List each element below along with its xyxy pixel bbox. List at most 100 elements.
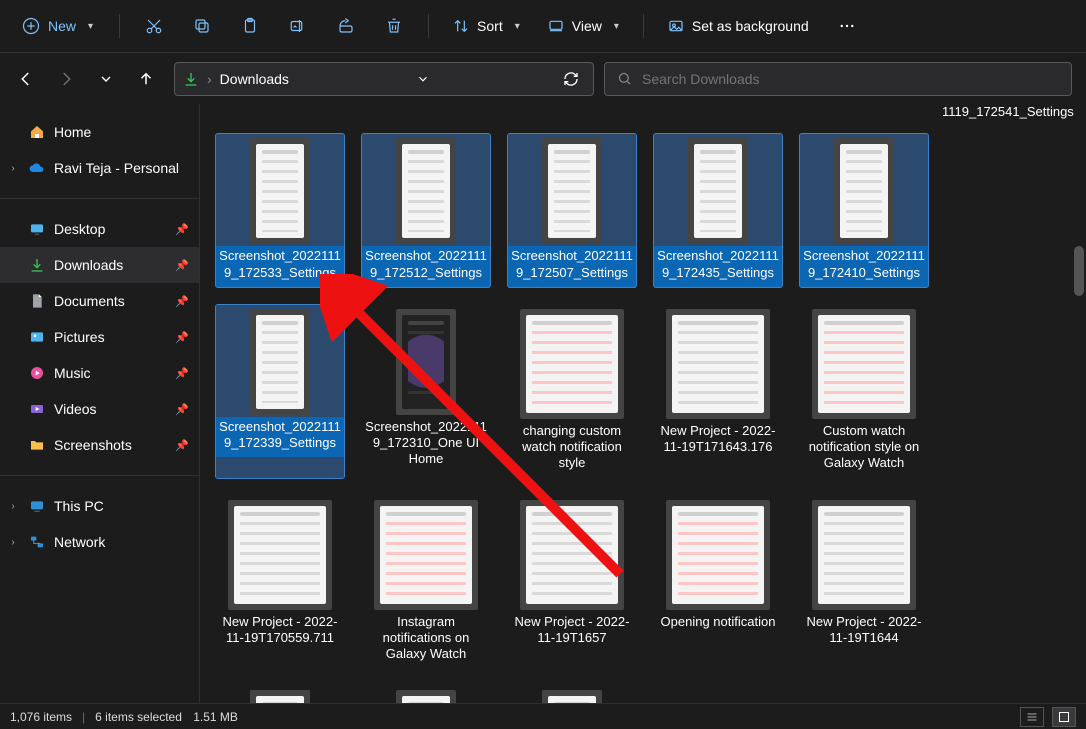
sidebar-item-label: Desktop <box>54 221 167 237</box>
separator <box>0 475 199 476</box>
back-button[interactable] <box>8 61 44 97</box>
scrollbar-thumb[interactable] <box>1074 246 1084 296</box>
nav-row: › Downloads <box>0 52 1086 104</box>
file-item[interactable]: New Project - 2022-11-19T171643.176 <box>654 305 782 478</box>
view-button[interactable]: View ▾ <box>538 6 629 46</box>
more-button[interactable] <box>827 6 867 46</box>
sidebar-item-network[interactable]: › Network <box>0 524 199 560</box>
sidebar-item-desktop[interactable]: Desktop📌 <box>0 211 199 247</box>
file-item[interactable]: Instagram notifications on Galaxy Watch <box>362 496 490 669</box>
copy-button[interactable] <box>182 6 222 46</box>
separator <box>428 14 429 38</box>
toolbar: New ▾ Sort ▾ View ▾ Set as ba <box>0 0 1086 52</box>
status-item-count: 1,076 items <box>10 710 72 724</box>
sidebar-item-label: Pictures <box>54 329 167 345</box>
file-item[interactable]: Screenshot_20221119_172533_Settings <box>216 134 344 287</box>
file-item-label: Screenshot_20221119_172533_Settings <box>216 246 344 287</box>
set-background-label: Set as background <box>692 18 809 34</box>
search-box[interactable] <box>604 62 1072 96</box>
sidebar-item-onedrive[interactable]: › Ravi Teja - Personal <box>0 150 199 186</box>
file-thumbnail <box>228 500 332 610</box>
chevron-right-icon[interactable]: › <box>6 537 20 548</box>
file-item[interactable]: New Project - 2022-11-19T170559.711 <box>216 496 344 669</box>
file-item[interactable]: Screenshot_20221119_172310_One UI Home <box>362 305 490 478</box>
separator <box>0 198 199 199</box>
file-thumbnail <box>396 309 456 415</box>
file-thumbnail <box>250 309 310 415</box>
share-button[interactable] <box>326 6 366 46</box>
file-thumbnail <box>688 138 748 244</box>
separator <box>643 14 644 38</box>
refresh-button[interactable] <box>557 65 585 93</box>
file-thumbnail <box>520 309 624 419</box>
sidebar-item-thispc[interactable]: › This PC <box>0 488 199 524</box>
cut-button[interactable] <box>134 6 174 46</box>
sidebar-item-downloads[interactable]: Downloads📌 <box>0 247 199 283</box>
chevron-right-icon[interactable]: › <box>6 163 20 174</box>
view-icon <box>548 18 564 34</box>
separator <box>119 14 120 38</box>
file-item[interactable]: Screenshot_20221119_172410_Settings <box>800 134 928 287</box>
sidebar-item-home[interactable]: Home <box>0 114 199 150</box>
search-input[interactable] <box>642 71 1059 87</box>
file-thumbnail <box>542 690 602 703</box>
thumbnails-view-button[interactable] <box>1052 707 1076 727</box>
sidebar-item-documents[interactable]: Documents📌 <box>0 283 199 319</box>
file-item-label: Screenshot_20221119_172310_One UI Home <box>362 417 490 474</box>
file-pane[interactable]: 1119_172541_Settings Screenshot_20221119… <box>200 104 1086 703</box>
file-item[interactable]: Screenshot_20221119_163713_Gal <box>362 686 490 703</box>
sidebar-item-music[interactable]: Music 📌 <box>0 355 199 391</box>
sort-button[interactable]: Sort ▾ <box>443 6 530 46</box>
file-item-label: New Project - 2022-11-19T170559.711 <box>216 612 344 653</box>
sidebar-item-label: Screenshots <box>54 437 167 453</box>
address-dropdown-button[interactable] <box>409 65 437 93</box>
file-item[interactable]: New Project - 2022-11-19T1644 <box>800 496 928 669</box>
new-button[interactable]: New ▾ <box>10 11 105 41</box>
file-thumbnail <box>834 138 894 244</box>
pin-icon: 📌 <box>175 439 189 452</box>
file-item-label: Screenshot_20221119_172435_Settings <box>654 246 782 287</box>
chevron-down-icon: ▾ <box>515 21 520 32</box>
chevron-right-icon: › <box>207 71 212 87</box>
file-item-label: Screenshot_20221119_172410_Settings <box>800 246 928 287</box>
picture-icon <box>668 18 684 34</box>
sidebar-item-pictures[interactable]: Pictures📌 <box>0 319 199 355</box>
pin-icon: 📌 <box>175 259 189 272</box>
file-item[interactable]: Screenshot_20221119_163707_Gal <box>508 686 636 703</box>
file-item[interactable]: Screenshot_20221119_172507_Settings <box>508 134 636 287</box>
downloads-icon <box>183 71 199 87</box>
sidebar-item-label: Music <box>54 365 167 381</box>
sidebar-item-videos[interactable]: Videos📌 <box>0 391 199 427</box>
forward-button[interactable] <box>48 61 84 97</box>
chevron-right-icon[interactable]: › <box>6 501 20 512</box>
file-item[interactable]: Custom watch notification style on Galax… <box>800 305 928 478</box>
file-item-label: 1119_172541_Settings <box>942 104 1070 126</box>
sidebar-item-label: Network <box>54 534 189 550</box>
pin-icon: 📌 <box>175 367 189 380</box>
breadcrumb[interactable]: Downloads <box>220 71 289 87</box>
file-item[interactable]: changing custom watch notification style <box>508 305 636 478</box>
file-thumbnail <box>250 690 310 703</box>
file-item[interactable]: Screenshot_20221119_172512_Settings <box>362 134 490 287</box>
file-thumbnail <box>812 309 916 419</box>
file-item[interactable]: Opening notification <box>654 496 782 669</box>
delete-button[interactable] <box>374 6 414 46</box>
file-item-label: Opening notification <box>654 612 782 636</box>
sidebar-item-folder[interactable]: Screenshots 📌 <box>0 427 199 463</box>
network-icon <box>28 533 46 551</box>
paste-button[interactable] <box>230 6 270 46</box>
recent-button[interactable] <box>88 61 124 97</box>
set-background-button[interactable]: Set as background <box>658 6 819 46</box>
details-view-button[interactable] <box>1020 707 1044 727</box>
sidebar: Home › Ravi Teja - Personal Desktop📌Down… <box>0 104 200 703</box>
rename-button[interactable] <box>278 6 318 46</box>
file-item[interactable]: Screenshot_20221119_172435_Settings <box>654 134 782 287</box>
file-item[interactable]: Screenshot_20221119_163725_Gal <box>216 686 344 703</box>
file-item-label: Custom watch notification style on Galax… <box>800 421 928 478</box>
up-button[interactable] <box>128 61 164 97</box>
file-item-label: New Project - 2022-11-19T171643.176 <box>654 421 782 462</box>
status-bar: 1,076 items | 6 items selected 1.51 MB <box>0 703 1086 729</box>
address-bar[interactable]: › Downloads <box>174 62 594 96</box>
file-item[interactable]: Screenshot_20221119_172339_Settings <box>216 305 344 478</box>
file-item[interactable]: New Project - 2022-11-19T1657 <box>508 496 636 669</box>
